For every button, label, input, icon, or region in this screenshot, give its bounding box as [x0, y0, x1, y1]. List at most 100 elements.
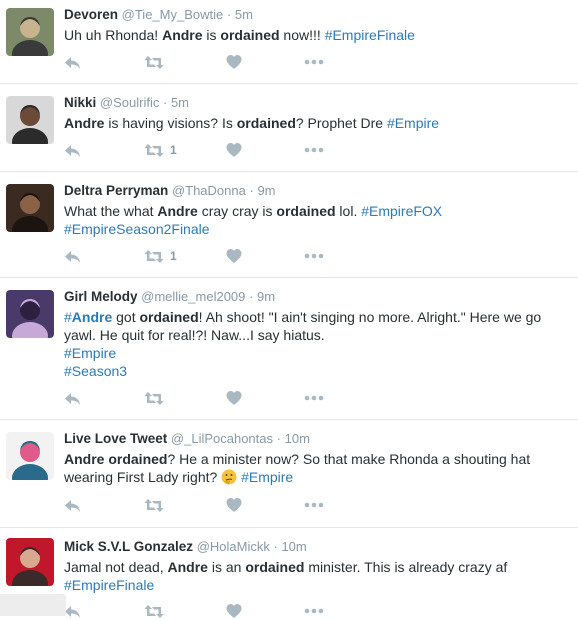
highlighted-term: ordained	[139, 309, 199, 325]
separator-dot: ·	[273, 539, 278, 554]
like-button[interactable]	[226, 602, 242, 620]
retweet-button[interactable]	[144, 602, 164, 620]
heart-icon	[226, 143, 242, 157]
more-button[interactable]	[304, 53, 324, 71]
hashtag-link[interactable]: #EmpireFinale	[325, 27, 415, 43]
reply-button[interactable]	[64, 53, 81, 71]
hashtag-link[interactable]: #EmpireFinale	[64, 577, 154, 593]
more-icon	[304, 253, 324, 259]
heart-icon	[226, 498, 242, 512]
avatar-image	[6, 538, 54, 586]
like-button[interactable]	[226, 141, 242, 159]
tweet[interactable]: Live Love Tweet @_LilPocahontas · 10m An…	[0, 420, 578, 528]
avatar[interactable]	[6, 8, 54, 56]
more-icon	[304, 59, 324, 65]
tweet[interactable]: Devoren @Tie_My_Bowtie · 5m Uh uh Rhonda…	[0, 0, 578, 84]
hashtag-link[interactable]: #EmpireSeason2Finale	[64, 221, 210, 237]
tweet-username[interactable]: @HolaMickk	[197, 539, 270, 554]
tweet-header: Live Love Tweet @_LilPocahontas · 10m	[64, 430, 564, 448]
like-button[interactable]	[226, 389, 242, 407]
separator-dot: ·	[162, 95, 168, 110]
more-icon	[304, 608, 324, 614]
tweet-username[interactable]: @_LilPocahontas	[171, 431, 273, 446]
like-button[interactable]	[226, 247, 242, 265]
tweet-actions	[64, 53, 364, 71]
tweet-fullname[interactable]: Nikki	[64, 95, 96, 110]
tweet-actions	[64, 496, 364, 514]
tweet-timestamp[interactable]: 10m	[285, 431, 310, 446]
tweet-text: Jamal not dead, Andre is an ordained min…	[64, 558, 564, 594]
retweet-button[interactable]: 1	[144, 247, 177, 265]
tweet-fullname[interactable]: Devoren	[64, 7, 118, 22]
avatar[interactable]	[6, 538, 54, 586]
tweet-timestamp[interactable]: 10m	[281, 539, 306, 554]
tweet[interactable]: Girl Melody @mellie_mel2009 · 9m #Andre …	[0, 278, 578, 420]
retweet-button[interactable]	[144, 389, 164, 407]
avatar[interactable]	[6, 96, 54, 144]
reply-button[interactable]	[64, 496, 81, 514]
more-button[interactable]	[304, 496, 324, 514]
more-button[interactable]	[304, 389, 324, 407]
like-button[interactable]	[226, 53, 242, 71]
reply-button[interactable]	[64, 602, 81, 620]
highlighted-term: Andre	[64, 115, 105, 131]
highlighted-term: Andre	[157, 203, 198, 219]
tweet-fullname[interactable]: Live Love Tweet	[64, 431, 167, 446]
more-icon	[304, 147, 324, 153]
tweet-fullname[interactable]: Girl Melody	[64, 289, 138, 304]
tweet[interactable]: Deltra Perryman @ThaDonna · 9m What the …	[0, 172, 578, 278]
tweet-text: What the what Andre cray cray is ordaine…	[64, 202, 564, 238]
reply-icon	[65, 144, 80, 157]
retweet-button[interactable]	[144, 53, 164, 71]
highlighted-term: ordained	[220, 27, 280, 43]
avatar[interactable]	[6, 184, 54, 232]
highlighted-term: ordained	[245, 559, 305, 575]
hashtag-link[interactable]: #Empire	[64, 345, 116, 361]
avatar-image	[6, 184, 54, 232]
more-button[interactable]	[304, 141, 324, 159]
tweet-timestamp[interactable]: 5m	[235, 7, 253, 22]
more-button[interactable]	[304, 602, 324, 620]
tweet[interactable]: Mick S.V.L Gonzalez @HolaMickk · 10m Jam…	[0, 528, 578, 618]
tweet-username[interactable]: @Tie_My_Bowtie	[122, 7, 224, 22]
reply-icon	[65, 392, 80, 405]
tweet-timestamp[interactable]: 9m	[257, 289, 275, 304]
retweet-button[interactable]	[144, 496, 164, 514]
highlighted-term: ordained	[108, 451, 168, 467]
more-icon	[304, 502, 324, 508]
hashtag-link[interactable]: #	[64, 309, 72, 325]
tweet-text-run: Uh uh Rhonda!	[64, 27, 163, 43]
tweet-timestamp[interactable]: 5m	[171, 95, 189, 110]
like-button[interactable]	[226, 496, 242, 514]
avatar-image	[6, 8, 54, 56]
hashtag-link[interactable]: #Empire	[387, 115, 439, 131]
reply-button[interactable]	[64, 247, 81, 265]
tweet-username[interactable]: @ThaDonna	[172, 183, 246, 198]
hashtag-link[interactable]: #Empire	[241, 469, 293, 485]
avatar[interactable]	[6, 432, 54, 480]
tweet-timestamp[interactable]: 9m	[257, 183, 275, 198]
reply-button[interactable]	[64, 141, 81, 159]
tweet[interactable]: Nikki @Soulrific · 5m Andre is having vi…	[0, 84, 578, 172]
tweet-header: Girl Melody @mellie_mel2009 · 9m	[64, 288, 564, 306]
tweet-fullname[interactable]: Mick S.V.L Gonzalez	[64, 539, 193, 554]
heart-icon	[226, 249, 242, 263]
tweet-header: Devoren @Tie_My_Bowtie · 5m	[64, 6, 564, 24]
avatar[interactable]	[6, 290, 54, 338]
hashtag-link[interactable]: Andre	[72, 309, 112, 325]
tweet-actions: 1	[64, 141, 364, 159]
retweet-button[interactable]: 1	[144, 141, 177, 159]
tweet-username[interactable]: @mellie_mel2009	[141, 289, 245, 304]
retweet-icon	[144, 391, 164, 405]
separator-dot: ·	[226, 7, 232, 22]
more-button[interactable]	[304, 247, 324, 265]
hashtag-link[interactable]: #EmpireFOX	[361, 203, 442, 219]
tweet-actions: 1	[64, 247, 364, 265]
highlighted-term: Andre	[64, 451, 105, 467]
tweet-header: Nikki @Soulrific · 5m	[64, 94, 564, 112]
avatar-image	[6, 432, 54, 480]
tweet-fullname[interactable]: Deltra Perryman	[64, 183, 168, 198]
hashtag-link[interactable]: #Season3	[64, 363, 127, 379]
tweet-username[interactable]: @Soulrific	[100, 95, 159, 110]
reply-button[interactable]	[64, 389, 81, 407]
